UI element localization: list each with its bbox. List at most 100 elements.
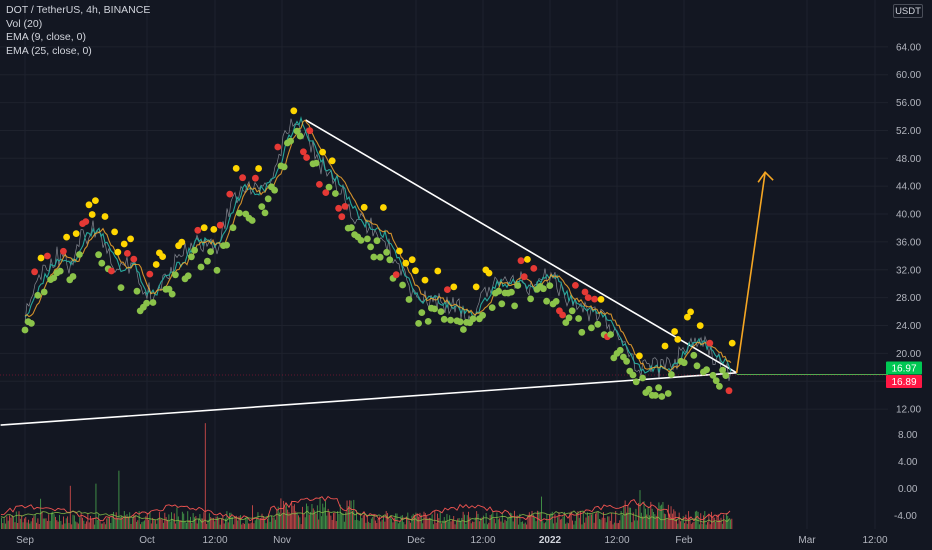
volume-bar (266, 518, 268, 529)
volume-bar (244, 523, 245, 529)
volume-bar (582, 511, 584, 529)
volume-bar (92, 517, 94, 529)
volume-bar (713, 517, 715, 529)
volume-bar (343, 521, 345, 529)
volume-bar (397, 523, 399, 529)
volume-bar (628, 507, 630, 529)
price-dot (248, 217, 256, 224)
volume-bar (515, 518, 517, 529)
price-dot (645, 385, 653, 393)
volume-bar (524, 522, 526, 529)
price-dot (101, 213, 109, 220)
volume-bar (473, 521, 475, 529)
volume-bar (258, 519, 260, 529)
volume-bar (211, 518, 213, 529)
volume-bar (130, 523, 132, 529)
volume-bar (55, 516, 56, 529)
volume-bar (686, 523, 688, 529)
volume-bar (681, 520, 683, 529)
time-tick-label: 12:00 (202, 535, 227, 546)
volume-bar (557, 517, 559, 529)
volume-bar (69, 485, 71, 529)
price-dot (191, 246, 199, 254)
volume-bar (90, 515, 91, 529)
volume-bar (484, 523, 486, 529)
volume-bar (25, 516, 27, 529)
volume-bar (206, 523, 208, 529)
volume-bar (698, 524, 700, 529)
volume-bar (306, 503, 307, 529)
volume-bar (693, 521, 695, 529)
price-dot (652, 392, 659, 399)
volume-bar (5, 523, 6, 529)
price-dot (31, 268, 38, 276)
chart-legend: DOT / TetherUS, 4h, BINANCE Vol (20) EMA… (6, 4, 150, 58)
legend-volume[interactable]: Vol (20) (6, 18, 150, 32)
volume-bar (576, 513, 577, 529)
volume-bar (590, 514, 592, 529)
volume-bar (86, 521, 87, 529)
price-dot (607, 331, 614, 338)
volume-bar (715, 522, 717, 529)
volume-bar (329, 512, 330, 529)
price-dot (348, 224, 355, 232)
volume-bar (215, 516, 217, 529)
volume-bar (137, 520, 139, 529)
price-dot (450, 283, 458, 291)
price-dot (168, 290, 176, 298)
volume-bar (196, 523, 198, 529)
price-dot (127, 235, 134, 243)
legend-ema-fast[interactable]: EMA (9, close, 0) (6, 31, 150, 45)
volume-bar (275, 519, 276, 529)
volume-bar (712, 516, 714, 529)
price-dot (488, 304, 496, 311)
currency-unit-badge[interactable]: USDT (893, 4, 923, 18)
volume-bar (284, 506, 286, 529)
volume-bar (410, 522, 411, 529)
price-dot (287, 137, 294, 145)
price-dot (511, 302, 518, 310)
legend-symbol[interactable]: DOT / TetherUS, 4h, BINANCE (6, 4, 150, 18)
volume-bar (407, 512, 409, 529)
volume-bar (1, 517, 2, 529)
volume-bar (177, 516, 179, 529)
volume-bar (542, 521, 544, 529)
legend-ema-slow[interactable]: EMA (25, close, 0) (6, 45, 150, 59)
volume-bar (380, 521, 382, 529)
price-chart[interactable]: 64.00 60.00 56.00 52.00 48.00 44.00 40.00 36.00… (0, 0, 932, 550)
volume-bar (187, 511, 189, 529)
volume-bar (639, 490, 641, 529)
volume-bar (377, 519, 379, 529)
time-tick-label: 12:00 (604, 535, 629, 546)
volume-bar (299, 517, 301, 529)
price-dot (290, 107, 298, 115)
price-dot (664, 390, 672, 397)
volume-bar (616, 523, 618, 529)
price-dot (213, 266, 221, 274)
volume-bar (723, 514, 725, 529)
price-dot (204, 257, 211, 265)
volume-bar (392, 522, 394, 529)
price-dot (117, 284, 125, 291)
volume-bar (17, 522, 19, 529)
volume-bar (667, 504, 669, 529)
price-dot (380, 204, 387, 211)
price-dot (226, 190, 234, 198)
price-dot (261, 209, 269, 217)
time-tick-label: 2022 (539, 535, 562, 546)
volume-bar (281, 514, 283, 529)
volume-bar (293, 504, 295, 529)
volume-bar (319, 497, 321, 529)
volume-bar (14, 522, 16, 529)
volume-bar (427, 518, 429, 529)
price-dot (92, 197, 99, 205)
volume-bar (640, 512, 642, 529)
volume-bar (242, 522, 244, 529)
volume-bar (692, 522, 694, 529)
price-dot (456, 318, 464, 326)
volume-bar (365, 522, 367, 529)
price-dot (258, 203, 266, 211)
volume-bar (347, 506, 349, 529)
volume-bar (161, 519, 163, 529)
volume-bar (709, 524, 711, 529)
